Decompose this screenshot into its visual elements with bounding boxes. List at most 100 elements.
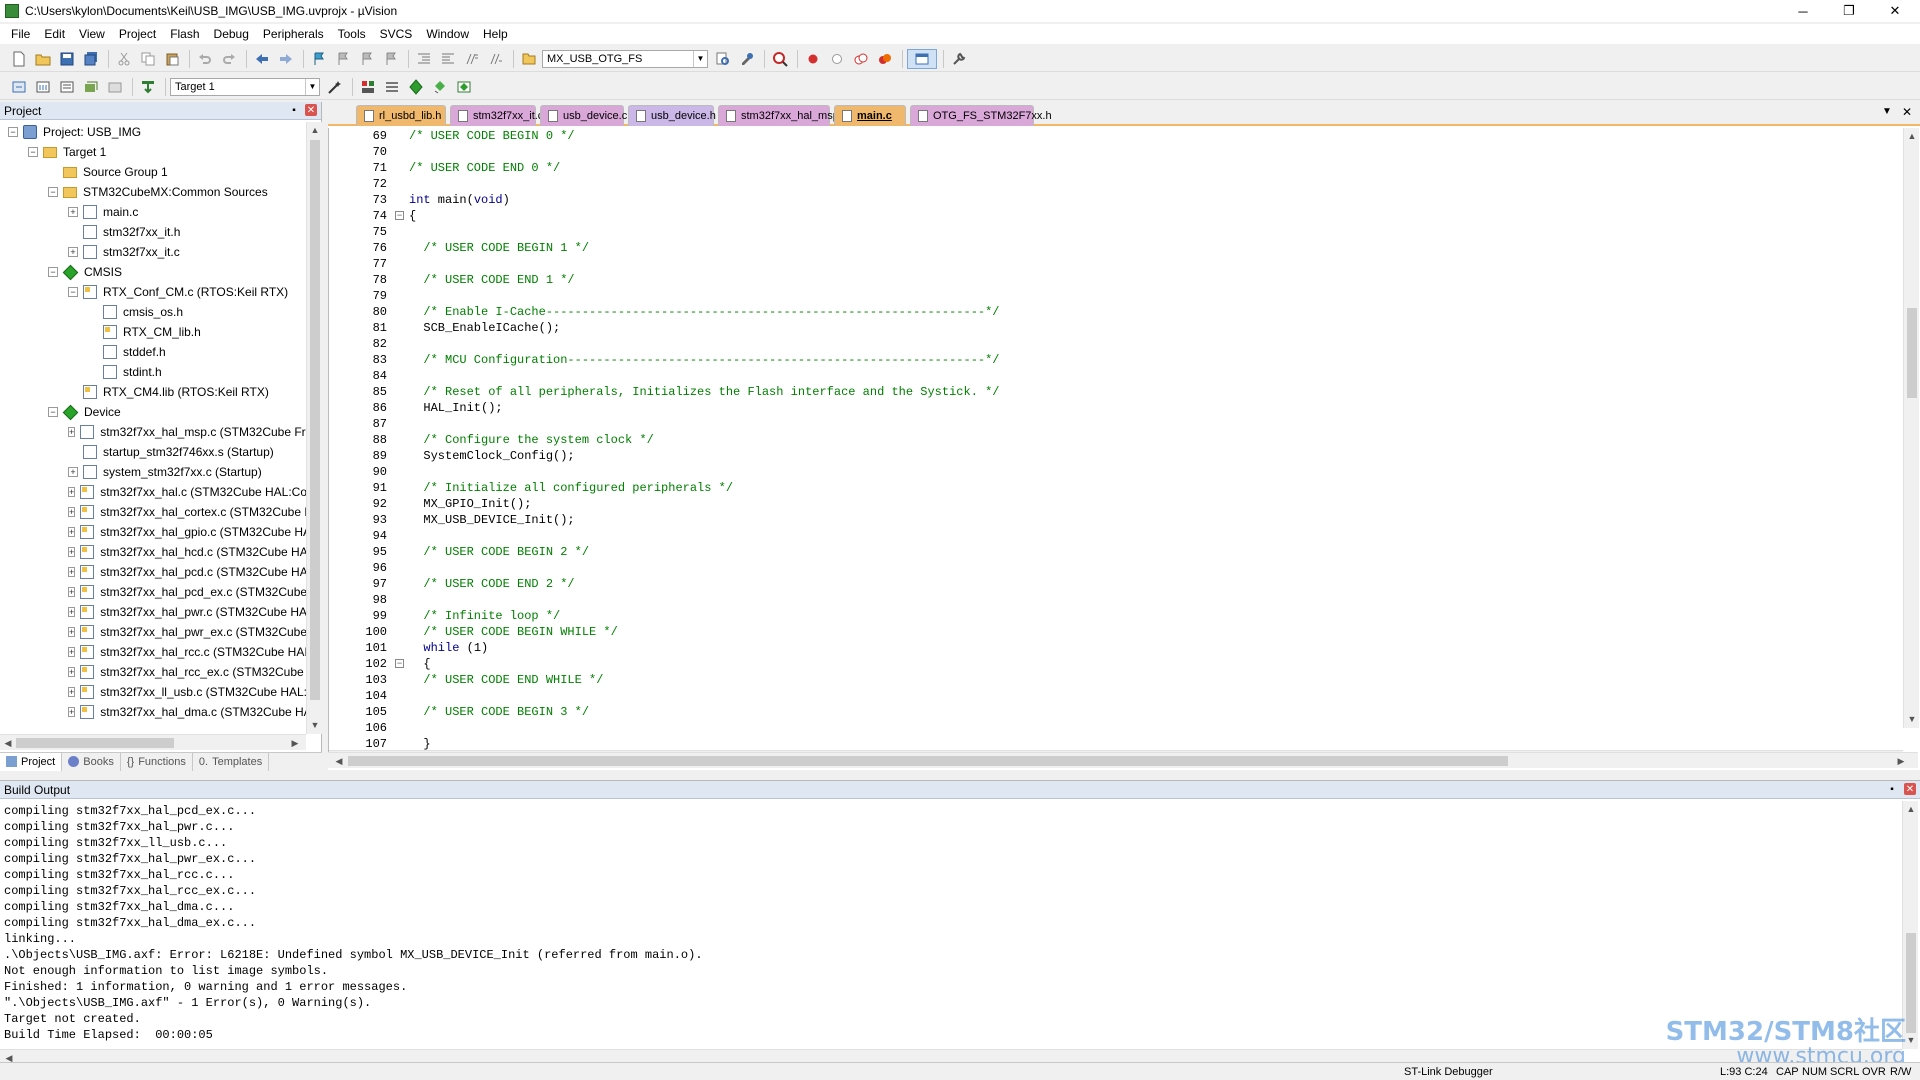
scroll-up-icon[interactable]: ▲ <box>1905 129 1919 143</box>
scrollbar-thumb[interactable] <box>310 140 320 700</box>
translate-button[interactable] <box>8 77 30 97</box>
expand-icon[interactable]: + <box>68 627 76 637</box>
code-line[interactable]: /* Enable I-Cache-----------------------… <box>409 304 1889 320</box>
code-line[interactable]: /* MCU Configuration--------------------… <box>409 352 1889 368</box>
code-line[interactable]: /* Reset of all peripherals, Initializes… <box>409 384 1889 400</box>
code-line[interactable]: { <box>409 656 1889 672</box>
save-button[interactable] <box>56 49 78 69</box>
code-line[interactable]: /* USER CODE BEGIN 2 */ <box>409 544 1889 560</box>
code-line[interactable]: { <box>409 208 1889 224</box>
tree-item[interactable]: stm32f7xx_it.h <box>0 222 306 242</box>
fold-collapse-icon[interactable]: − <box>395 211 404 220</box>
collapse-icon[interactable]: − <box>48 267 58 277</box>
code-line[interactable] <box>409 528 1889 544</box>
tab-templates[interactable]: 0. Templates <box>193 752 270 771</box>
menu-view[interactable]: View <box>72 27 112 41</box>
expand-icon[interactable]: + <box>68 207 78 217</box>
code-line[interactable]: /* Configure the system clock */ <box>409 432 1889 448</box>
tree-item[interactable]: + main.c <box>0 202 306 222</box>
code-line[interactable]: MX_GPIO_Init(); <box>409 496 1889 512</box>
tree-item[interactable]: stdint.h <box>0 362 306 382</box>
editor-vertical-scrollbar[interactable]: ▲ ▼ <box>1903 128 1919 728</box>
tree-item[interactable]: cmsis_os.h <box>0 302 306 322</box>
incremental-find-button[interactable] <box>736 49 758 69</box>
tab-list-chevron-icon[interactable]: ▼ <box>1882 106 1892 117</box>
menu-edit[interactable]: Edit <box>37 27 72 41</box>
download-button[interactable] <box>137 77 159 97</box>
scroll-down-icon[interactable]: ▼ <box>308 718 322 732</box>
select-packs-button[interactable] <box>429 77 451 97</box>
code-line[interactable]: /* USER CODE BEGIN WHILE */ <box>409 624 1889 640</box>
chevron-down-icon[interactable]: ▼ <box>693 50 707 67</box>
unindent-button[interactable] <box>437 49 459 69</box>
collapse-icon[interactable]: − <box>68 287 78 297</box>
editor-tab[interactable]: OTG_FS_STM32F7xx.h <box>910 105 1052 126</box>
window-layout-button[interactable] <box>907 48 937 69</box>
scroll-left-icon[interactable]: ◀ <box>1 736 15 750</box>
code-line[interactable]: /* USER CODE BEGIN 1 */ <box>409 240 1889 256</box>
expand-icon[interactable]: + <box>68 587 76 597</box>
indent-button[interactable] <box>413 49 435 69</box>
minimize-button[interactable]: ─ <box>1780 0 1826 22</box>
menu-tools[interactable]: Tools <box>331 27 373 41</box>
expand-icon[interactable]: + <box>68 707 76 717</box>
tree-item[interactable]: RTX_CM_lib.h <box>0 322 306 342</box>
scroll-right-icon[interactable]: ▶ <box>1894 754 1908 768</box>
collapse-icon[interactable]: − <box>48 187 58 197</box>
close-tab-icon[interactable]: ✕ <box>1902 105 1912 119</box>
tree-item[interactable]: − CMSIS <box>0 262 306 282</box>
scrollbar-thumb[interactable] <box>1907 308 1917 398</box>
bookmark-toggle-button[interactable] <box>308 49 330 69</box>
copy-button[interactable] <box>137 49 159 69</box>
file-extensions-button[interactable] <box>381 77 403 97</box>
tree-item[interactable]: + stm32f7xx_hal_cortex.c (STM32Cube H <box>0 502 306 522</box>
code-line[interactable]: /* Initialize all configured peripherals… <box>409 480 1889 496</box>
insert-breakpoint-button[interactable] <box>802 49 824 69</box>
expand-icon[interactable]: + <box>68 467 78 477</box>
tree-item[interactable]: RTX_CM4.lib (RTOS:Keil RTX) <box>0 382 306 402</box>
collapse-icon[interactable]: − <box>28 147 38 157</box>
code-line[interactable] <box>409 176 1889 192</box>
code-content[interactable]: /* USER CODE BEGIN 0 */ /* USER CODE END … <box>409 128 1889 751</box>
code-line[interactable] <box>409 688 1889 704</box>
tree-item[interactable]: + stm32f7xx_hal_gpio.c (STM32Cube HA <box>0 522 306 542</box>
expand-icon[interactable]: + <box>68 507 76 517</box>
code-line[interactable] <box>409 368 1889 384</box>
tree-item[interactable]: Source Group 1 <box>0 162 306 182</box>
scroll-right-icon[interactable]: ▶ <box>288 736 302 750</box>
scrollbar-thumb[interactable] <box>1906 933 1916 1033</box>
cut-button[interactable] <box>113 49 135 69</box>
editor-tab[interactable]: rl_usbd_lib.h <box>356 105 446 126</box>
tree-item[interactable]: + stm32f7xx_hal.c (STM32Cube HAL:Co <box>0 482 306 502</box>
menu-peripherals[interactable]: Peripherals <box>256 27 331 41</box>
code-line[interactable] <box>409 592 1889 608</box>
tree-item[interactable]: + stm32f7xx_hal_rcc_ex.c (STM32Cube I <box>0 662 306 682</box>
code-line[interactable]: SystemClock_Config(); <box>409 448 1889 464</box>
find-in-files-button[interactable] <box>518 49 540 69</box>
target-options-button[interactable] <box>324 77 346 97</box>
code-line[interactable]: /* USER CODE BEGIN 0 */ <box>409 128 1889 144</box>
editor-tab[interactable]: stm32f7xx_hal_msp.c <box>718 105 847 126</box>
expand-icon[interactable]: + <box>68 487 76 497</box>
code-editor[interactable]: 69 70 71 72 73 74 75 76 77 78 79 80 81 82 83 84 85 86 87 88… <box>328 128 1920 752</box>
code-line[interactable] <box>409 416 1889 432</box>
scroll-left-icon[interactable]: ◀ <box>332 754 346 768</box>
comment-button[interactable] <box>461 49 483 69</box>
open-file-button[interactable] <box>32 49 54 69</box>
tab-functions[interactable]: {} Functions <box>121 752 193 771</box>
tree-item[interactable]: + stm32f7xx_hal_dma.c (STM32Cube HA <box>0 702 306 722</box>
code-line[interactable]: HAL_Init(); <box>409 400 1889 416</box>
editor-tab[interactable]: main.c <box>834 105 906 126</box>
tab-project[interactable]: Project <box>0 752 63 771</box>
menu-help[interactable]: Help <box>476 27 515 41</box>
expand-icon[interactable]: + <box>68 427 76 437</box>
code-line[interactable]: int main(void) <box>409 192 1889 208</box>
editor-tab[interactable]: usb_device.c <box>540 105 627 126</box>
build-output-text[interactable]: compiling stm32f7xx_hal_pcd_ex.c... compi… <box>4 803 1884 1043</box>
tree-item[interactable]: + stm32f7xx_hal_pwr.c (STM32Cube HA <box>0 602 306 622</box>
chevron-down-icon[interactable]: ▼ <box>305 78 319 95</box>
tree-item[interactable]: − STM32CubeMX:Common Sources <box>0 182 306 202</box>
code-line[interactable]: /* Infinite loop */ <box>409 608 1889 624</box>
menu-project[interactable]: Project <box>112 27 163 41</box>
menu-svcs[interactable]: SVCS <box>373 27 420 41</box>
